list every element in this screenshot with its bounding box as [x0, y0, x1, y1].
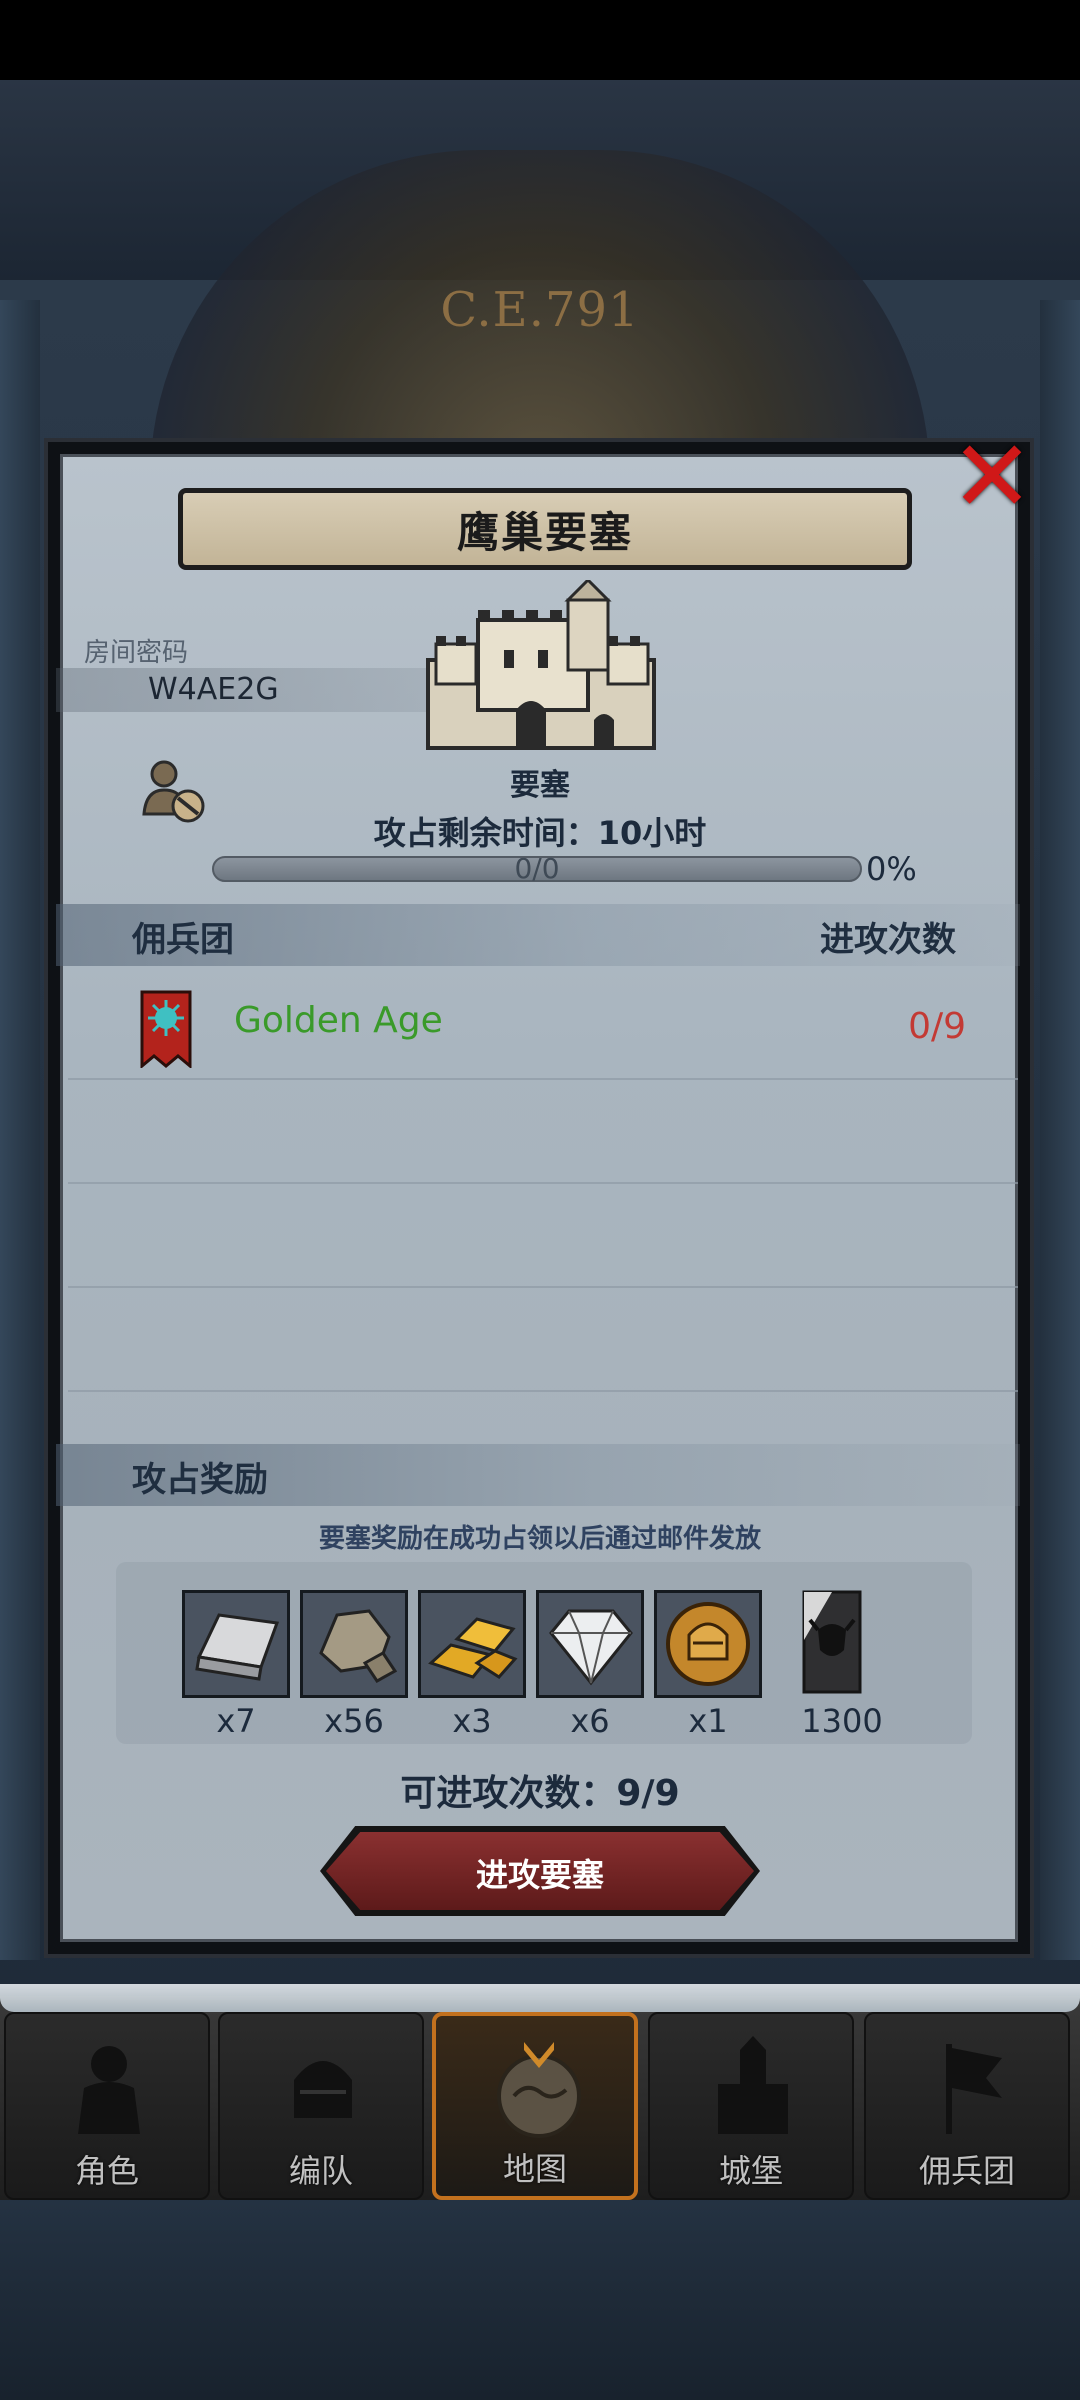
mercenary-section-title: 佣兵团	[132, 920, 234, 960]
map-compass-icon	[497, 2042, 581, 2138]
castle-icon	[718, 2036, 788, 2134]
tab-label: 城堡	[718, 2152, 783, 2190]
tab-label: 编队	[288, 2152, 353, 2190]
attack-button-label[interactable]: 进攻要塞	[326, 1850, 754, 1896]
knight-icon	[78, 2046, 140, 2134]
fortress-label: 要塞	[510, 768, 570, 803]
diamond-icon[interactable]	[536, 1590, 644, 1698]
iron-bar-icon[interactable]	[182, 1590, 290, 1698]
rewards-section-title: 攻占奖励	[132, 1460, 268, 1500]
room-password-value: W4AE2G	[148, 672, 279, 707]
banner-bull-icon[interactable]	[790, 1590, 874, 1698]
left-map-edge	[0, 300, 40, 1960]
no-entry-player-icon[interactable]	[138, 756, 208, 826]
tab-map[interactable]: 地图	[432, 2012, 638, 2200]
row-divider	[68, 1078, 1018, 1080]
reward-qty: x3	[452, 1702, 492, 1740]
tab-character[interactable]: 角色	[4, 2012, 210, 2200]
reward-qty: x7	[216, 1702, 256, 1740]
tab-label: 角色	[74, 2152, 139, 2190]
row-divider	[68, 1390, 1018, 1392]
close-x-icon[interactable]: ✕	[944, 427, 1040, 528]
stone-ore-icon[interactable]	[300, 1590, 408, 1698]
guild-name[interactable]: Golden Age	[234, 1000, 443, 1041]
reward-qty: x56	[324, 1702, 384, 1740]
tab-formation[interactable]: 编队	[218, 2012, 424, 2200]
reward-qty: x6	[570, 1702, 610, 1740]
tab-castle[interactable]: 城堡	[648, 2012, 854, 2200]
capture-progress-percent: 0%	[866, 850, 917, 888]
era-label: C.E.791	[440, 282, 640, 338]
guild-flag-icon	[946, 2044, 1002, 2134]
remaining-time: 攻占剩余时间：10小时	[373, 814, 707, 852]
status-bar	[0, 0, 1080, 80]
tab-label: 佣兵团	[918, 2152, 1015, 2190]
remaining-attacks: 可进攻次数：9/9	[400, 1773, 680, 1814]
guild-banner-icon	[140, 990, 192, 1068]
attacks-column-header: 进攻次数	[820, 920, 956, 960]
row-divider	[68, 1286, 1018, 1288]
nav-snow-edge	[0, 1984, 1080, 2012]
room-password-label: 房间密码	[84, 638, 189, 668]
row-divider	[68, 1182, 1018, 1184]
bottom-backdrop	[0, 2200, 1080, 2400]
guild-attack-count: 0/9	[908, 1006, 966, 1047]
reward-qty: x1	[688, 1702, 728, 1740]
knight-helmet-medal-icon[interactable]	[654, 1590, 762, 1698]
tab-label: 地图	[502, 2150, 567, 2188]
gold-bars-icon[interactable]	[418, 1590, 526, 1698]
title-banner: 鹰巢要塞	[178, 488, 912, 570]
fortress-icon	[426, 580, 656, 750]
tab-mercenary[interactable]: 佣兵团	[864, 2012, 1070, 2200]
right-map-edge	[1040, 300, 1080, 1960]
capture-progress-text: 0/0	[514, 852, 560, 885]
dialog-title: 鹰巢要塞	[456, 507, 633, 557]
helmet-icon	[294, 2061, 352, 2118]
rewards-note: 要塞奖励在成功占领以后通过邮件发放	[318, 1524, 761, 1554]
reward-qty: 1300	[801, 1702, 883, 1740]
